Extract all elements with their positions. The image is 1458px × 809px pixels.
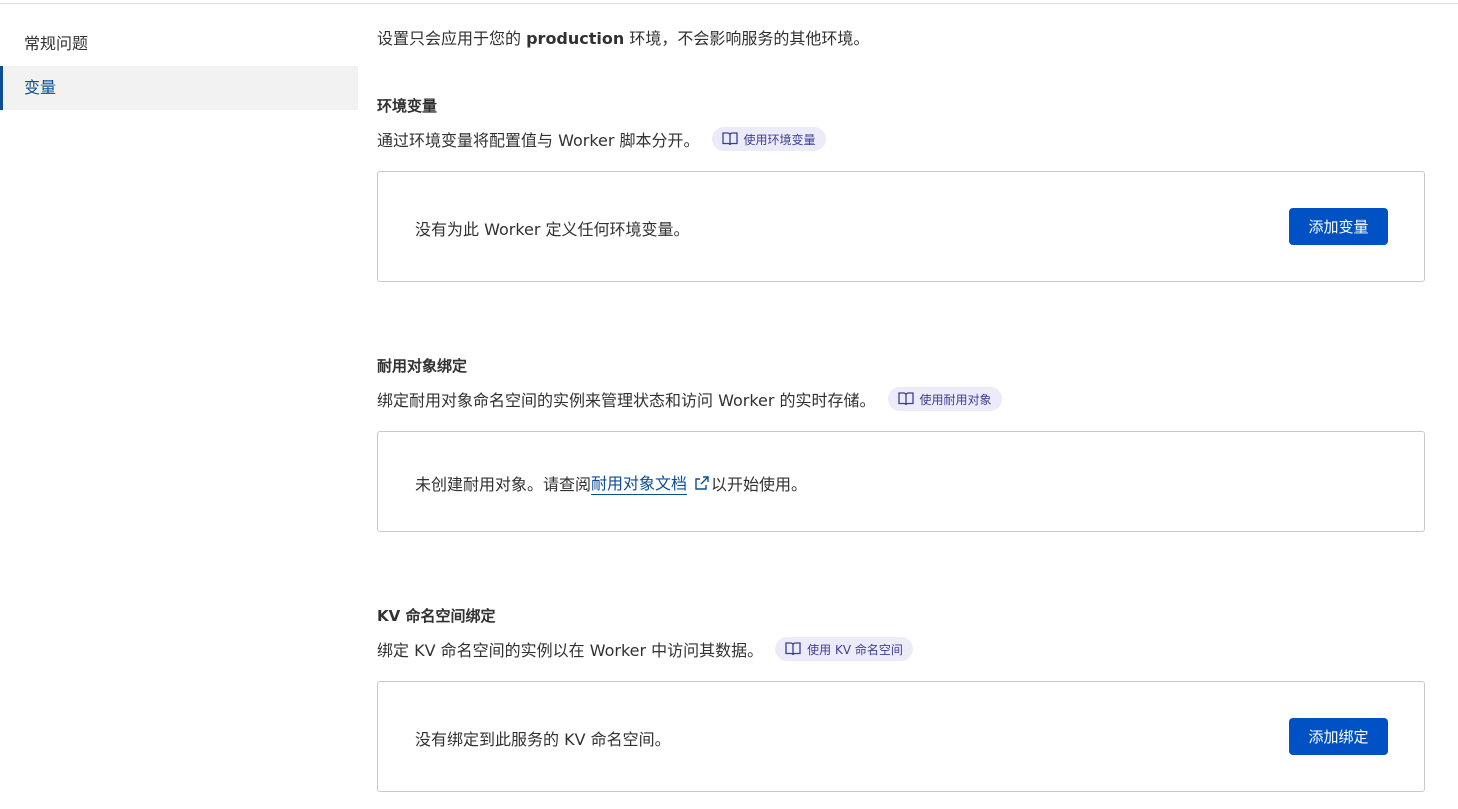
kv-description: 绑定 KV 命名空间的实例以在 Worker 中访问其数据。 使用 KV 命名空… (377, 637, 913, 661)
environment-intro: 设置只会应用于您的 production 环境，不会影响服务的其他环境。 (377, 25, 869, 49)
sidebar-item-variables[interactable]: 变量 (0, 66, 358, 110)
durable-doc-link[interactable]: 使用耐用对象 (887, 387, 1002, 411)
durable-description-text: 绑定耐用对象命名空间的实例来管理状态和访问 Worker 的实时存储。 (377, 391, 876, 410)
kv-doc-label: 使用 KV 命名空间 (807, 642, 903, 657)
book-icon (785, 642, 801, 656)
env-vars-title: 环境变量 (377, 97, 438, 115)
kv-title: KV 命名空间绑定 (377, 607, 496, 625)
intro-prefix: 设置只会应用于您的 (377, 29, 527, 48)
durable-empty-suffix: 以开始使用。 (711, 474, 808, 494)
intro-suffix: 环境，不会影响服务的其他环境。 (624, 29, 870, 48)
sidebar-item-general[interactable]: 常规问题 (0, 22, 358, 66)
kv-empty-text: 没有绑定到此服务的 KV 命名空间。 (415, 730, 671, 749)
durable-doc-label: 使用耐用对象 (919, 392, 992, 407)
book-icon (897, 392, 914, 406)
kv-description-text: 绑定 KV 命名空间的实例以在 Worker 中访问其数据。 (377, 641, 764, 660)
env-vars-empty-text: 没有为此 Worker 定义任何环境变量。 (415, 220, 690, 239)
top-divider (0, 3, 1458, 4)
env-vars-card: 没有为此 Worker 定义任何环境变量。 添加变量 (377, 171, 1425, 282)
durable-docs-link[interactable]: 耐用对象文档 (591, 470, 688, 495)
durable-empty-text: 未创建耐用对象。请查阅 耐用对象文档 以开始使用。 (415, 470, 807, 495)
durable-empty-prefix: 未创建耐用对象。请查阅 (415, 474, 592, 494)
durable-card: 未创建耐用对象。请查阅 耐用对象文档 以开始使用。 (377, 431, 1425, 532)
book-icon (721, 132, 738, 146)
external-link-icon[interactable] (695, 475, 709, 490)
env-vars-doc-label: 使用环境变量 (743, 132, 816, 147)
env-vars-doc-link[interactable]: 使用环境变量 (711, 127, 826, 151)
durable-title: 耐用对象绑定 (377, 357, 468, 375)
env-vars-description-text: 通过环境变量将配置值与 Worker 脚本分开。 (377, 131, 700, 150)
durable-description: 绑定耐用对象命名空间的实例来管理状态和访问 Worker 的实时存储。 使用耐用… (377, 387, 1002, 411)
environment-name: production (526, 29, 625, 48)
add-binding-button[interactable]: 添加绑定 (1289, 718, 1388, 755)
add-variable-button[interactable]: 添加变量 (1289, 208, 1388, 245)
kv-card: 没有绑定到此服务的 KV 命名空间。 添加绑定 (377, 681, 1425, 792)
sidebar: 常规问题 变量 (0, 22, 358, 110)
kv-doc-link[interactable]: 使用 KV 命名空间 (775, 637, 913, 661)
env-vars-description: 通过环境变量将配置值与 Worker 脚本分开。 使用环境变量 (377, 127, 826, 151)
